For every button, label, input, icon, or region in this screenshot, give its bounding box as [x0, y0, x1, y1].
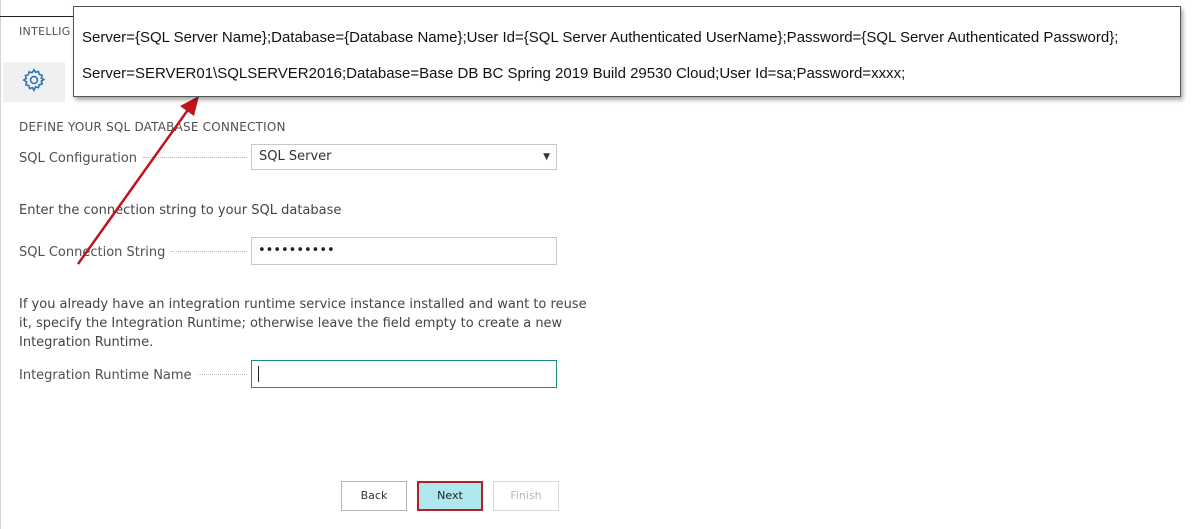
tooltip-example-line: Server=SERVER01\SQLSERVER2016;Database=B… — [82, 65, 906, 82]
connection-string-value: •••••••••• — [258, 243, 335, 258]
label-leader-dots — [143, 156, 247, 158]
integration-runtime-label: Integration Runtime Name — [19, 368, 247, 383]
dropdown-arrow-icon[interactable]: ▼ — [543, 145, 550, 169]
sql-configuration-select[interactable]: SQL Server ▼ — [251, 144, 557, 170]
page-left-border — [0, 0, 1, 529]
integration-runtime-label-text: Integration Runtime Name — [19, 368, 192, 383]
label-leader-dots — [197, 373, 247, 375]
wizard-title: INTELLIG — [19, 25, 71, 38]
tooltip-template-line: Server={SQL Server Name};Database={Datab… — [82, 29, 1119, 46]
integration-runtime-input[interactable] — [251, 360, 557, 388]
sql-configuration-label-text: SQL Configuration — [19, 151, 138, 166]
sql-configuration-label: SQL Configuration — [19, 151, 247, 166]
sql-configuration-value: SQL Server — [259, 149, 332, 164]
connection-string-label: SQL Connection String — [19, 245, 247, 260]
finish-button[interactable]: Finish — [493, 481, 559, 511]
connection-string-tooltip: Server={SQL Server Name};Database={Datab… — [73, 6, 1181, 97]
next-button[interactable]: Next — [417, 481, 483, 511]
settings-tile — [3, 62, 65, 102]
integration-runtime-instruction-2: it, specify the Integration Runtime; oth… — [19, 316, 563, 331]
gear-icon — [21, 67, 47, 97]
connection-string-instruction: Enter the connection string to your SQL … — [19, 203, 342, 218]
back-button[interactable]: Back — [341, 481, 407, 511]
label-leader-dots — [171, 250, 247, 252]
connection-string-input[interactable]: •••••••••• — [251, 237, 557, 265]
connection-string-label-text: SQL Connection String — [19, 245, 166, 260]
integration-runtime-instruction-1: If you already have an integration runti… — [19, 297, 587, 312]
section-title: DEFINE YOUR SQL DATABASE CONNECTION — [19, 120, 286, 134]
text-caret — [258, 365, 259, 382]
integration-runtime-instruction-3: Integration Runtime. — [19, 335, 154, 350]
